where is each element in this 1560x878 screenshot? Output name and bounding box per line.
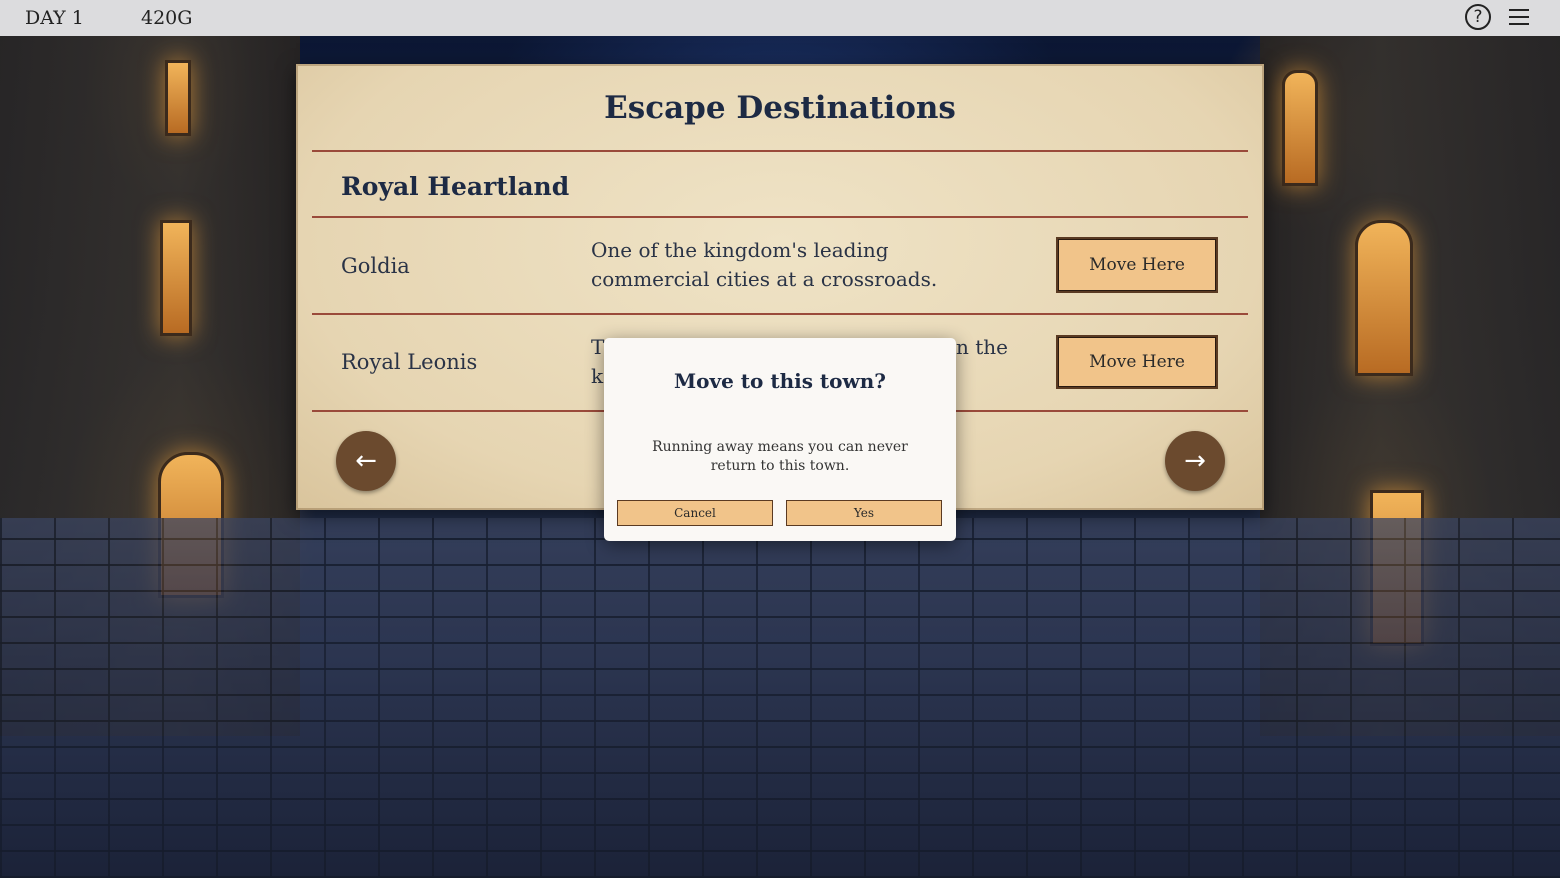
- day-counter: DAY 1: [25, 7, 84, 29]
- divider: [312, 313, 1248, 315]
- background-window: [1282, 70, 1318, 186]
- arrow-left-icon: ←: [355, 446, 377, 476]
- hamburger-menu-icon[interactable]: [1509, 9, 1529, 27]
- background-cobblestone-street: [0, 518, 1560, 878]
- cancel-label: Cancel: [674, 506, 716, 520]
- move-here-button-royal-leonis[interactable]: Move Here: [1056, 335, 1218, 389]
- gold-counter: 420G: [141, 7, 193, 29]
- move-here-label: Move Here: [1089, 255, 1185, 275]
- next-page-button[interactable]: →: [1165, 431, 1225, 491]
- yes-button[interactable]: Yes: [786, 500, 942, 526]
- town-description-goldia: One of the kingdom's leading commercial …: [591, 238, 938, 291]
- top-status-bar: DAY 1 420G ?: [0, 0, 1560, 36]
- confirm-move-dialog: Move to this town? Running away means yo…: [604, 338, 956, 541]
- background-window: [1355, 220, 1413, 376]
- town-name-goldia: Goldia: [341, 254, 410, 278]
- move-here-label: Move Here: [1089, 352, 1185, 372]
- dialog-message: Running away means you can never return …: [652, 439, 908, 474]
- panel-title: Escape Destinations: [604, 90, 956, 126]
- town-name-royal-leonis: Royal Leonis: [341, 350, 478, 374]
- region-title: Royal Heartland: [341, 172, 570, 201]
- yes-label: Yes: [853, 506, 875, 520]
- dialog-title: Move to this town?: [674, 369, 886, 393]
- help-icon: ?: [1473, 7, 1483, 27]
- move-here-button-goldia[interactable]: Move Here: [1056, 237, 1218, 293]
- divider: [312, 150, 1248, 152]
- background-window: [165, 60, 191, 136]
- cancel-button[interactable]: Cancel: [617, 500, 773, 526]
- previous-page-button[interactable]: ←: [336, 431, 396, 491]
- divider: [312, 216, 1248, 218]
- town-description-royal-leonis-end: n the: [956, 335, 1008, 359]
- arrow-right-icon: →: [1184, 446, 1206, 476]
- background-window: [160, 220, 192, 336]
- help-button[interactable]: ?: [1465, 4, 1491, 30]
- game-screen: DAY 1 420G ? Escape Destinations Royal H…: [0, 0, 1560, 878]
